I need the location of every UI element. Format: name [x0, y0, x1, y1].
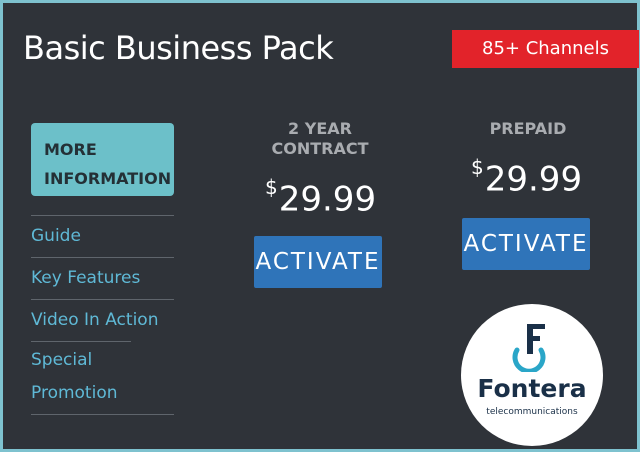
plan-name-contract: 2 YEAR CONTRACT — [271, 119, 369, 158]
currency-symbol: $ — [471, 155, 484, 179]
activate-button-contract[interactable]: ACTIVATE — [254, 236, 382, 288]
pricing-panel: Basic Business Pack 85+ Channels MORE IN… — [0, 0, 640, 452]
divider — [31, 414, 174, 415]
logo-tagline: telecommunications — [486, 407, 578, 417]
activate-button-prepaid[interactable]: ACTIVATE — [462, 218, 590, 270]
page-title: Basic Business Pack — [23, 29, 334, 67]
plan-name-prepaid: PREPAID — [489, 119, 567, 138]
fontera-logo: Fontera telecommunications — [461, 304, 603, 446]
sidebar-item-video-in-action[interactable]: Video In Action — [31, 299, 174, 341]
price-value: 29.99 — [484, 159, 583, 200]
price-value: 29.99 — [278, 179, 377, 220]
currency-symbol: $ — [265, 175, 278, 199]
sidebar-item-special-promotion[interactable]: Special Promotion — [31, 341, 131, 414]
logo-name: Fontera — [477, 374, 587, 403]
channels-badge: 85+ Channels — [452, 30, 639, 68]
plan-price-prepaid: $29.99 — [471, 155, 583, 200]
plan-price-contract: $29.99 — [265, 175, 377, 220]
sidebar-nav: Guide Key Features Video In Action Speci… — [31, 215, 174, 415]
more-information-button[interactable]: MORE INFORMATION — [31, 123, 174, 196]
fontera-logo-icon — [512, 324, 546, 372]
sidebar-item-key-features[interactable]: Key Features — [31, 257, 174, 299]
sidebar-item-guide[interactable]: Guide — [31, 215, 174, 257]
